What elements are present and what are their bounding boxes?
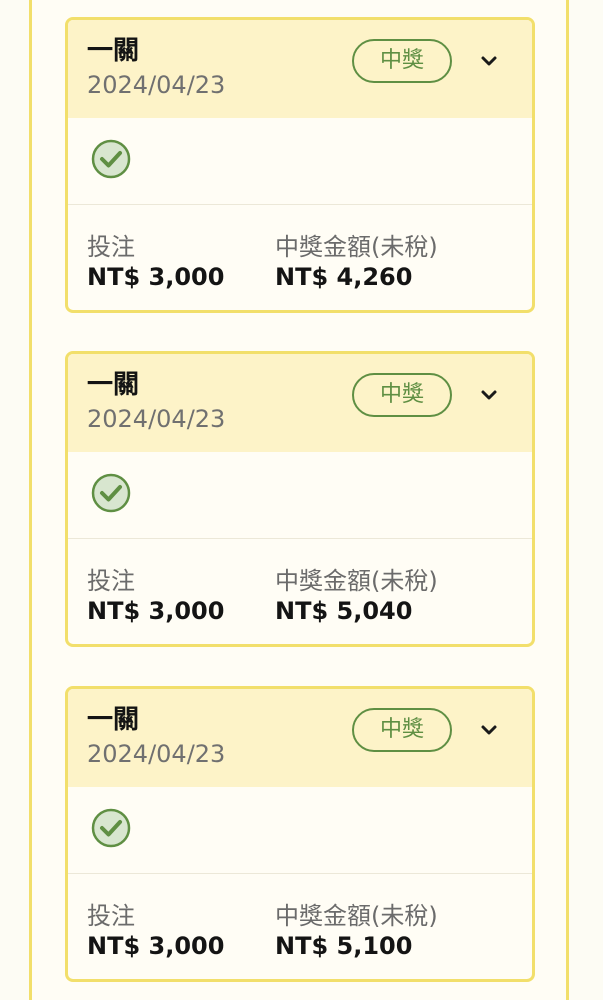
card-header[interactable]: 一關 2024/04/23 中獎 — [68, 20, 532, 118]
result-row — [68, 787, 532, 874]
check-circle-icon — [91, 808, 131, 848]
prize-label: 中獎金額(未稅) — [275, 233, 438, 261]
bet-record-card[interactable]: 一關 2024/04/23 中獎 投注 NT$ 3,000 中獎金額(未稅) N… — [65, 351, 535, 647]
bet-label: 投注 — [87, 567, 135, 595]
amounts-row: 投注 NT$ 3,000 中獎金額(未稅) NT$ 5,100 — [68, 874, 532, 979]
amounts-row: 投注 NT$ 3,000 中獎金額(未稅) NT$ 4,260 — [68, 205, 532, 310]
chevron-down-icon[interactable] — [476, 382, 502, 408]
status-badge: 中獎 — [352, 373, 452, 417]
card-title: 一關 — [87, 370, 140, 400]
bet-record-card[interactable]: 一關 2024/04/23 中獎 投注 NT$ 3,000 中獎金額(未稅) N… — [65, 17, 535, 313]
status-badge: 中獎 — [352, 708, 452, 752]
bet-value: NT$ 3,000 — [87, 263, 225, 291]
card-title: 一關 — [87, 705, 140, 735]
bet-record-card[interactable]: 一關 2024/04/23 中獎 投注 NT$ 3,000 中獎金額(未稅) N… — [65, 686, 535, 982]
chevron-down-icon[interactable] — [476, 48, 502, 74]
bet-label: 投注 — [87, 233, 135, 261]
prize-value: NT$ 4,260 — [275, 263, 413, 291]
check-circle-icon — [91, 473, 131, 513]
card-date: 2024/04/23 — [87, 405, 226, 433]
bet-value: NT$ 3,000 — [87, 597, 225, 625]
chevron-down-icon[interactable] — [476, 717, 502, 743]
card-header[interactable]: 一關 2024/04/23 中獎 — [68, 354, 532, 452]
status-badge: 中獎 — [352, 39, 452, 83]
prize-value: NT$ 5,100 — [275, 932, 413, 960]
card-header[interactable]: 一關 2024/04/23 中獎 — [68, 689, 532, 787]
prize-value: NT$ 5,040 — [275, 597, 413, 625]
card-date: 2024/04/23 — [87, 71, 226, 99]
result-row — [68, 452, 532, 539]
prize-label: 中獎金額(未稅) — [275, 567, 438, 595]
prize-label: 中獎金額(未稅) — [275, 902, 438, 930]
bet-label: 投注 — [87, 902, 135, 930]
result-row — [68, 118, 532, 205]
card-title: 一關 — [87, 36, 140, 66]
check-circle-icon — [91, 139, 131, 179]
amounts-row: 投注 NT$ 3,000 中獎金額(未稅) NT$ 5,040 — [68, 539, 532, 644]
bet-value: NT$ 3,000 — [87, 932, 225, 960]
card-date: 2024/04/23 — [87, 740, 226, 768]
